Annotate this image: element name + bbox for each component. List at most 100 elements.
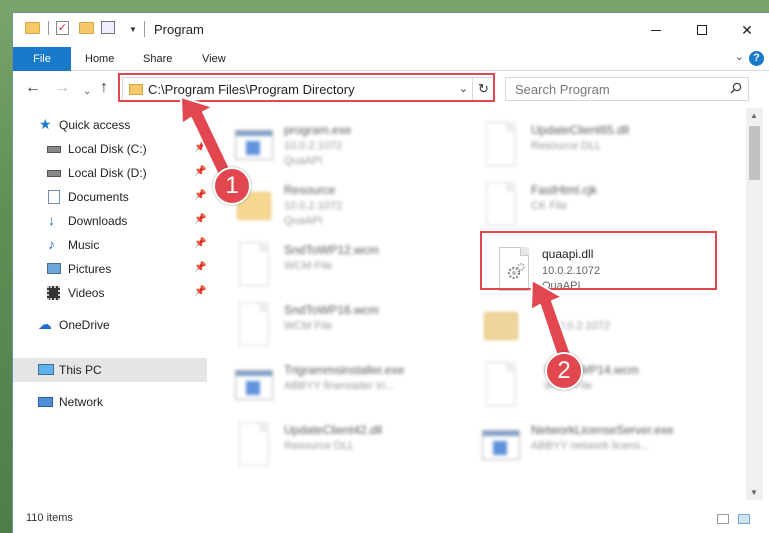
- sidebar-item-local-disk-c[interactable]: Local Disk (C:) 📌: [13, 137, 207, 161]
- file-item[interactable]: Resource 10.0.2.1072 QuaAPI: [235, 178, 471, 234]
- sidebar-item-quick-access[interactable]: ★ Quick access: [13, 113, 207, 137]
- file-name: Resource: [284, 183, 336, 197]
- music-icon: ♪: [48, 236, 55, 252]
- pin-icon[interactable]: 📌: [194, 286, 206, 297]
- pin-icon[interactable]: 📌: [194, 166, 206, 177]
- tab-home[interactable]: Home: [85, 47, 114, 71]
- drive-icon: [47, 146, 61, 153]
- details-view-icon[interactable]: [717, 514, 729, 524]
- sidebar-item-videos[interactable]: Videos 📌: [13, 281, 207, 305]
- file-name: SndToWP12.wcm: [284, 243, 379, 257]
- quick-access-customize-icon[interactable]: [101, 21, 115, 34]
- search-input[interactable]: [506, 78, 721, 100]
- exe-file-icon: [235, 362, 273, 408]
- tab-file[interactable]: File: [13, 47, 71, 71]
- sidebar-item-network[interactable]: Network: [13, 390, 207, 414]
- sidebar-item-this-pc[interactable]: This PC: [13, 358, 207, 382]
- scroll-up-icon[interactable]: ▲: [750, 111, 758, 120]
- file-version: 10.0.2.1072: [284, 140, 343, 152]
- file-item[interactable]: Trigrammsinstaller.exe ABBYY finereader …: [235, 358, 471, 414]
- title-bar: ✓ ▼ Program ✕: [13, 13, 769, 47]
- tab-share[interactable]: Share: [143, 47, 172, 71]
- file-list: program.exe 10.0.2.1072 QuaAPI UpdateCli…: [209, 108, 746, 500]
- pin-icon[interactable]: 📌: [194, 262, 206, 273]
- navigation-pane: ★ Quick access Local Disk (C:) 📌 Local D…: [13, 108, 209, 500]
- maximize-icon: [697, 25, 707, 35]
- file-item[interactable]: SndToWP16.wcm WCM File: [235, 298, 471, 354]
- cloud-icon: ☁: [38, 316, 52, 332]
- sidebar-item-label: This PC: [59, 363, 102, 377]
- scroll-down-icon[interactable]: ▼: [750, 488, 758, 497]
- properties-check-icon[interactable]: ✓: [56, 21, 69, 35]
- folder-icon: [25, 22, 40, 34]
- new-folder-icon[interactable]: [79, 22, 94, 34]
- help-icon[interactable]: ?: [749, 51, 764, 66]
- file-item[interactable]: SndToWP12.wcm WCM File: [235, 238, 471, 294]
- file-item[interactable]: UpdateClient65.dll Resource DLL: [482, 118, 718, 174]
- file-item[interactable]: 10.0.2.1072: [482, 298, 718, 354]
- expand-ribbon-icon[interactable]: ⌄: [735, 50, 744, 63]
- pin-icon[interactable]: 📌: [194, 190, 206, 201]
- file-name: NetworkLicenseServer.exe: [531, 423, 674, 437]
- sidebar-item-onedrive[interactable]: ☁ OneDrive: [13, 313, 207, 337]
- tab-view[interactable]: View: [202, 47, 226, 71]
- file-type: WCM File: [284, 260, 333, 272]
- file-version: 10.0.2.1072: [284, 200, 343, 212]
- document-icon: [482, 182, 520, 228]
- pin-icon[interactable]: 📌: [194, 214, 206, 225]
- ribbon: File Home Share View ⌄ ?: [13, 47, 769, 71]
- sidebar-item-label: OneDrive: [59, 318, 110, 332]
- large-icons-view-icon[interactable]: [738, 514, 750, 524]
- sidebar-item-label: Pictures: [68, 262, 112, 276]
- divider: [48, 21, 49, 35]
- vertical-scrollbar[interactable]: ▲ ▼: [746, 108, 763, 500]
- file-type: CK File: [531, 200, 568, 212]
- file-description: Resource DLL: [531, 140, 602, 152]
- file-item[interactable]: FastHtml.cjk CK File: [482, 178, 718, 234]
- sidebar-item-pictures[interactable]: Pictures 📌: [13, 257, 207, 281]
- step-2-badge: 2: [545, 352, 583, 390]
- sidebar-item-local-disk-d[interactable]: Local Disk (D:) 📌: [13, 161, 207, 185]
- file-name: SndToWP16.wcm: [284, 303, 379, 317]
- up-button[interactable]: ↑: [100, 80, 108, 96]
- dll-file-icon: [482, 122, 520, 168]
- file-name: program.exe: [284, 123, 352, 137]
- sidebar-item-label: Network: [59, 395, 104, 409]
- file-company: QuaAPI: [284, 215, 323, 227]
- sidebar-item-label: Downloads: [68, 214, 128, 228]
- scrollbar-thumb[interactable]: [749, 126, 760, 180]
- file-description: Resource DLL: [284, 440, 355, 452]
- file-item[interactable]: SndToWP14.wcm WCM File: [482, 358, 718, 414]
- forward-button[interactable]: →: [54, 80, 70, 96]
- network-icon: [38, 397, 53, 407]
- file-item[interactable]: UpdateClient42.dll Resource DLL: [235, 418, 471, 474]
- minimize-button[interactable]: [633, 13, 679, 47]
- sidebar-item-label: Local Disk (C:): [68, 142, 147, 156]
- documents-icon: [48, 190, 60, 204]
- file-item[interactable]: program.exe 10.0.2.1072 QuaAPI: [235, 118, 471, 174]
- file-name: Trigrammsinstaller.exe: [284, 363, 405, 377]
- address-bar-highlight: [118, 73, 495, 102]
- chevron-down-icon[interactable]: ▼: [129, 25, 137, 34]
- close-button[interactable]: ✕: [724, 13, 769, 47]
- file-item[interactable]: NetworkLicenseServer.exe ABBYY network l…: [482, 418, 718, 474]
- sidebar-item-music[interactable]: ♪ Music 📌: [13, 233, 207, 257]
- document-icon: [235, 302, 273, 348]
- sidebar-item-label: Quick access: [59, 118, 131, 132]
- pin-icon[interactable]: 📌: [194, 238, 206, 249]
- search-icon[interactable]: [730, 82, 742, 94]
- file-name: UpdateClient65.dll: [531, 123, 630, 137]
- sidebar-item-documents[interactable]: Documents 📌: [13, 185, 207, 209]
- folder-icon: [482, 302, 520, 348]
- recent-locations-icon[interactable]: ⌄: [83, 84, 91, 100]
- maximize-button[interactable]: [679, 13, 725, 47]
- dll-file-icon: [235, 422, 273, 468]
- videos-icon: [47, 286, 60, 300]
- minimize-icon: [651, 29, 661, 31]
- search-box[interactable]: [505, 77, 749, 101]
- pin-icon[interactable]: 📌: [194, 142, 206, 153]
- sidebar-item-label: Documents: [68, 190, 129, 204]
- file-name: UpdateClient42.dll: [284, 423, 383, 437]
- back-button[interactable]: ←: [25, 80, 41, 96]
- sidebar-item-downloads[interactable]: ↓ Downloads 📌: [13, 209, 207, 233]
